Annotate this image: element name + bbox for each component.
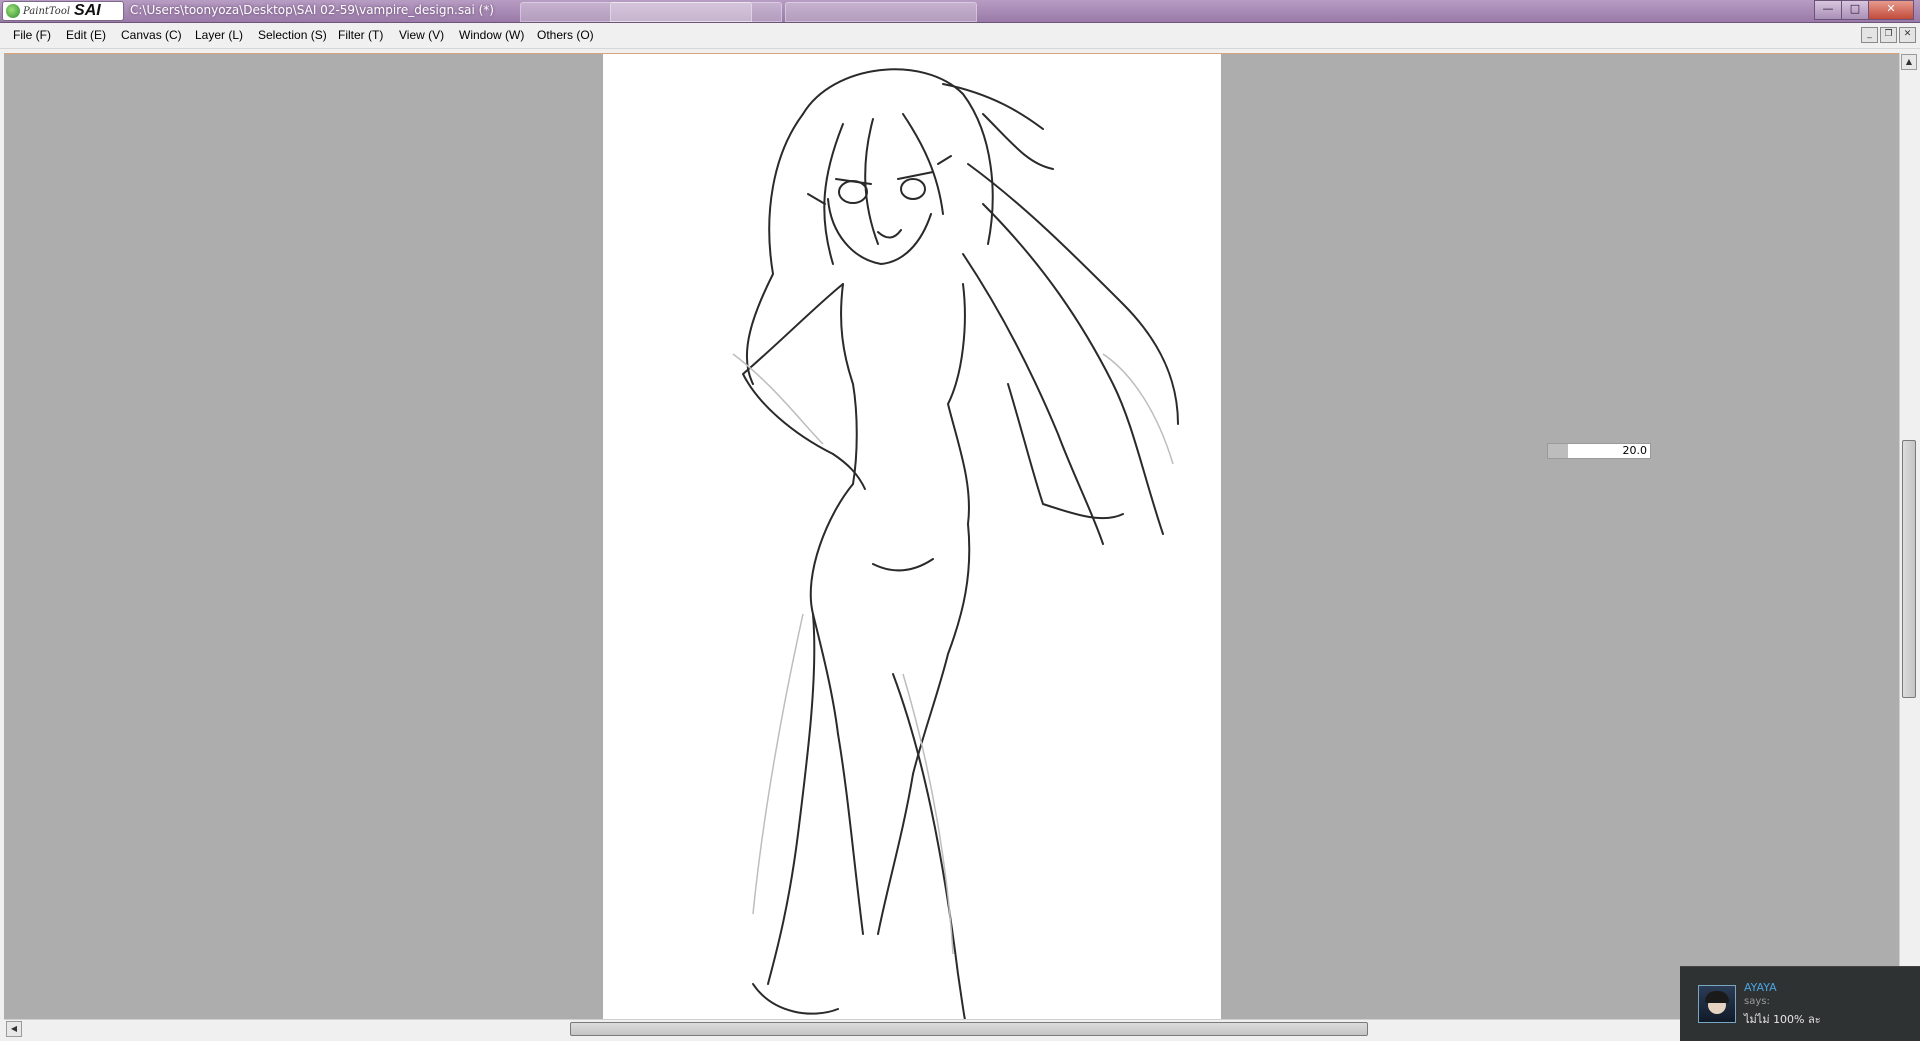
window-title: C:\Users\toonyoza\Desktop\SAI 02-59\vamp… bbox=[130, 3, 494, 17]
maximize-icon: □ bbox=[1849, 2, 1861, 15]
menu-file[interactable]: File (F) bbox=[13, 28, 51, 42]
menu-edit[interactable]: Edit (E) bbox=[66, 28, 106, 42]
close-icon: ✕ bbox=[1903, 29, 1912, 39]
background-tab[interactable] bbox=[610, 2, 782, 22]
document-controls: _ ❐ ✕ bbox=[1859, 27, 1916, 43]
close-icon: ✕ bbox=[1886, 2, 1896, 15]
vertical-scroll-thumb[interactable] bbox=[1902, 440, 1916, 698]
window-titlebar[interactable]: PaintTool SAI C:\Users\toonyoza\Desktop\… bbox=[0, 0, 1920, 23]
close-button[interactable]: ✕ bbox=[1868, 0, 1914, 20]
menu-filter[interactable]: Filter (T) bbox=[338, 28, 383, 42]
brush-size-fill bbox=[1548, 444, 1569, 458]
vertical-scrollbar[interactable]: ▲ bbox=[1899, 53, 1917, 1019]
scroll-left-button[interactable]: ◀ bbox=[6, 1021, 22, 1037]
menu-canvas[interactable]: Canvas (C) bbox=[121, 28, 182, 42]
globe-icon bbox=[6, 4, 20, 18]
minimize-icon: — bbox=[1822, 2, 1834, 15]
scroll-up-button[interactable]: ▲ bbox=[1901, 54, 1917, 70]
arrow-up-icon: ▲ bbox=[1905, 57, 1913, 66]
logo-big-text: SAI bbox=[74, 2, 101, 19]
horizontal-scrollbar[interactable]: ◀ bbox=[4, 1019, 1899, 1037]
background-tab[interactable] bbox=[785, 2, 977, 22]
menu-selection[interactable]: Selection (S) bbox=[258, 28, 327, 42]
arrow-left-icon: ◀ bbox=[10, 1024, 18, 1033]
notification-sender: AYAYA bbox=[1744, 981, 1777, 994]
avatar bbox=[1698, 985, 1736, 1023]
horizontal-scroll-thumb[interactable] bbox=[570, 1022, 1368, 1036]
brush-size-value: 20.0 bbox=[1622, 444, 1648, 457]
doc-restore-button[interactable]: ❐ bbox=[1880, 27, 1897, 43]
restore-icon: ❐ bbox=[1884, 29, 1893, 39]
canvas-workspace[interactable]: 20.0 bbox=[4, 53, 1899, 1020]
menu-window[interactable]: Window (W) bbox=[459, 28, 524, 42]
app-logo: PaintTool SAI bbox=[2, 1, 124, 21]
menu-layer[interactable]: Layer (L) bbox=[195, 28, 243, 42]
notification-message: ไม่ไม่ 100% ละ bbox=[1744, 1013, 1821, 1026]
doc-close-button[interactable]: ✕ bbox=[1899, 27, 1916, 43]
minimize-button[interactable]: — bbox=[1814, 0, 1842, 20]
menu-bar: File (F) Edit (E) Canvas (C) Layer (L) S… bbox=[0, 23, 1920, 49]
maximize-button[interactable]: □ bbox=[1841, 0, 1869, 20]
doc-minimize-button[interactable]: _ bbox=[1861, 27, 1878, 43]
minimize-icon: _ bbox=[1867, 29, 1872, 39]
notification-says: says: bbox=[1744, 996, 1770, 1007]
avatar-hair bbox=[1705, 991, 1729, 1003]
menu-others[interactable]: Others (O) bbox=[537, 28, 594, 42]
logo-small-text: PaintTool bbox=[23, 5, 71, 17]
chat-notification[interactable]: AYAYA says: ไม่ไม่ 100% ละ bbox=[1680, 966, 1920, 1041]
menu-view[interactable]: View (V) bbox=[399, 28, 444, 42]
window-controls: — □ ✕ bbox=[1814, 0, 1914, 20]
character-sketch bbox=[732, 68, 1179, 1020]
drawing-canvas[interactable] bbox=[603, 54, 1221, 1020]
brush-size-slider[interactable]: 20.0 bbox=[1547, 443, 1651, 459]
